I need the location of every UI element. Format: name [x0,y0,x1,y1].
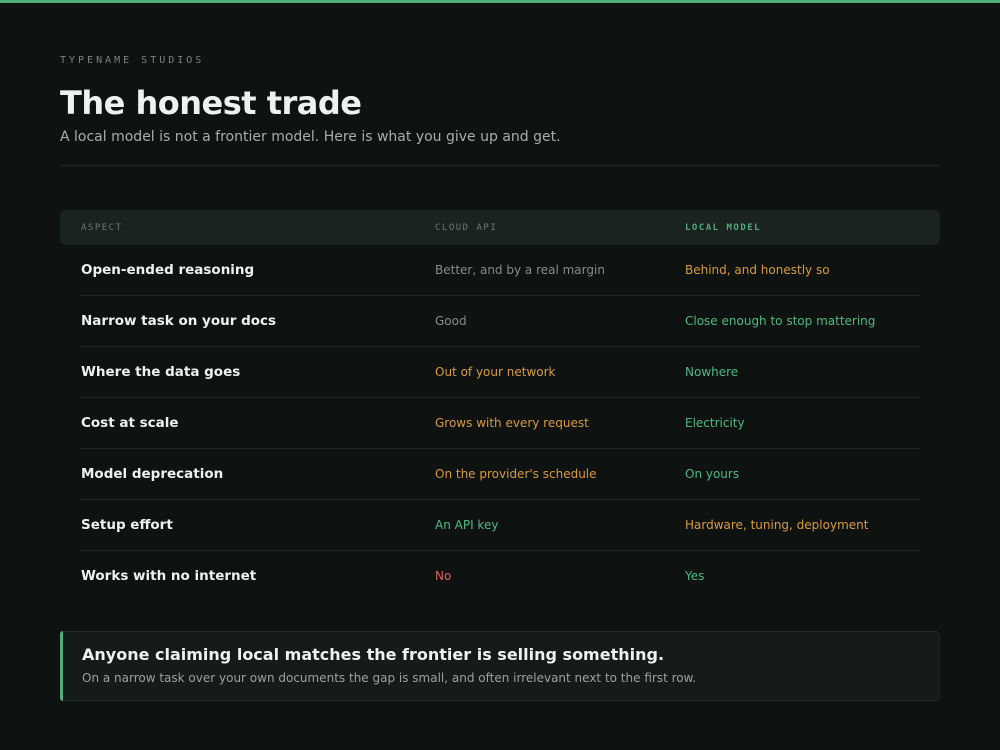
row-local-value: On yours [685,467,740,481]
table-row: Works with no internet No Yes [80,551,920,601]
row-cloud-value: On the provider's schedule [435,467,597,481]
table-row: Narrow task on your docs Good Close enough… [80,296,920,347]
header-cloud-api: CLOUD API [435,223,498,233]
callout-body: On a narrow task over your own documents… [82,671,697,685]
table-row: Where the data goes Out of your network No… [80,347,920,398]
row-cloud-value: Better, and by a real margin [435,263,605,277]
row-cloud-value: An API key [435,518,499,532]
header-local-model: LOCAL MODEL [685,223,762,233]
table-row: Open-ended reasoning Better, and by a rea… [80,245,920,296]
row-aspect-label: Model deprecation [81,466,224,482]
row-local-value: Behind, and honestly so [685,263,830,277]
row-aspect-label: Open-ended reasoning [81,262,255,278]
row-cloud-value: No [435,569,452,583]
brand-eyebrow: TYPENAME STUDIOS [60,55,205,66]
row-cloud-value: Grows with every request [435,416,589,430]
row-aspect-label: Where the data goes [81,364,241,380]
row-local-value: Close enough to stop mattering [685,314,876,328]
row-cloud-value: Out of your network [435,365,556,379]
table-row: Model deprecation On the provider's sched… [80,449,920,500]
row-aspect-label: Cost at scale [81,415,179,431]
callout-box: Anyone claiming local matches the fronti… [60,631,940,701]
top-accent-bar [0,0,1000,3]
callout-accent-bar [60,631,63,701]
row-aspect-label: Narrow task on your docs [81,313,277,329]
header-divider [60,165,940,166]
table-row: Setup effort An API key Hardware, tuning, … [80,500,920,551]
table-body: Open-ended reasoning Better, and by a rea… [60,245,940,601]
row-local-value: Nowhere [685,365,739,379]
row-local-value: Electricity [685,416,745,430]
header-aspect: ASPECT [81,223,123,233]
row-local-value: Yes [685,569,705,583]
row-aspect-label: Setup effort [81,517,173,533]
table-header: ASPECT CLOUD API LOCAL MODEL [60,210,940,245]
row-local-value: Hardware, tuning, deployment [685,518,869,532]
row-cloud-value: Good [435,314,467,328]
comparison-table: ASPECT CLOUD API LOCAL MODEL Open-ended … [60,210,940,601]
table-row: Cost at scale Grows with every request Ele… [80,398,920,449]
page-subtitle: A local model is not a frontier model. H… [60,129,561,145]
page-title: The honest trade [60,84,362,122]
row-aspect-label: Works with no internet [81,568,257,584]
callout-title: Anyone claiming local matches the fronti… [82,645,665,664]
